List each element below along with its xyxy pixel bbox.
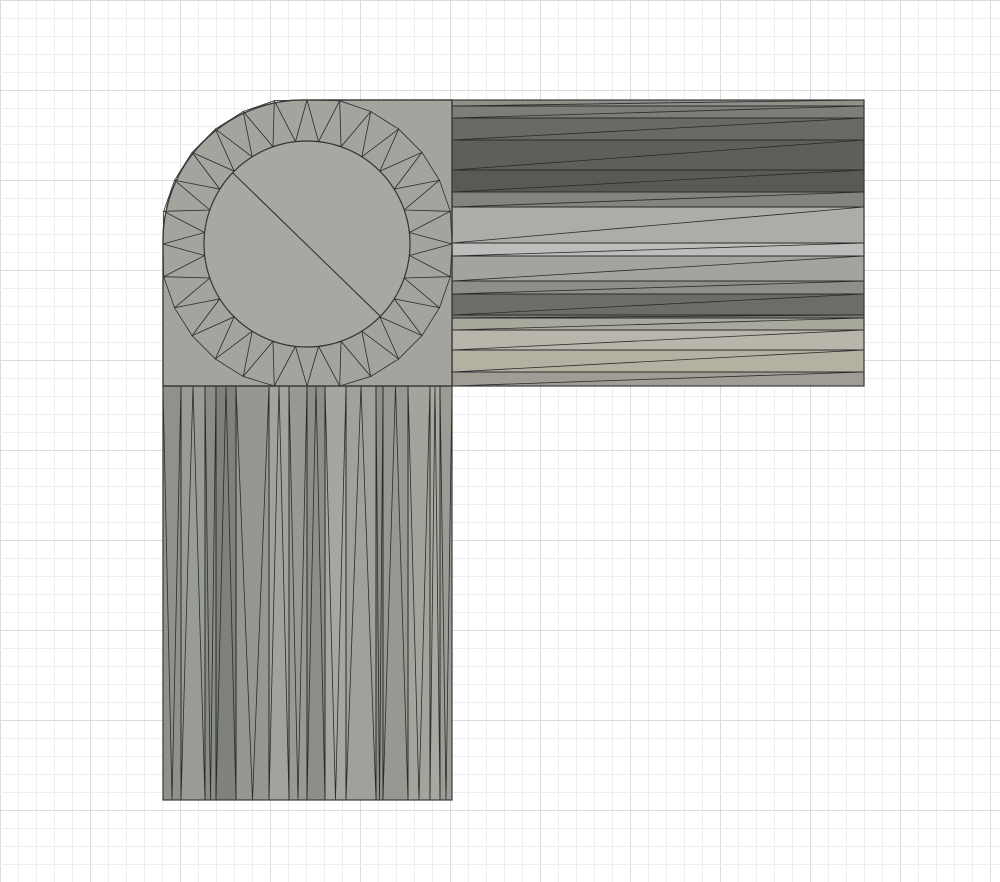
vertical-arm-facet [236, 386, 269, 800]
vertical-arm-facet [269, 386, 289, 800]
vertical-arm-facet [430, 386, 440, 800]
horizontal-arm-mesh[interactable] [451, 99, 865, 387]
vertical-arm-facet [307, 386, 325, 800]
vertical-arm-facet [376, 386, 383, 800]
vertical-arm-facet [383, 386, 408, 800]
model-canvas[interactable] [0, 0, 1000, 882]
vertical-arm-facet [289, 386, 307, 800]
corner-block-mesh[interactable] [162, 99, 453, 387]
vertical-arm-facet [181, 386, 205, 800]
vertical-arm-mesh[interactable] [162, 385, 453, 801]
vertical-arm-facet [216, 386, 236, 800]
vertical-arm-facet [408, 386, 430, 800]
vertical-arm-facet [346, 386, 376, 800]
vertical-arm-facet [205, 386, 216, 800]
vertical-arm-facet [440, 386, 452, 800]
inner-circle-face [203, 140, 411, 348]
cad-viewport[interactable] [0, 0, 1000, 882]
vertical-arm-facet [163, 386, 181, 800]
vertical-arm-facet [325, 386, 346, 800]
